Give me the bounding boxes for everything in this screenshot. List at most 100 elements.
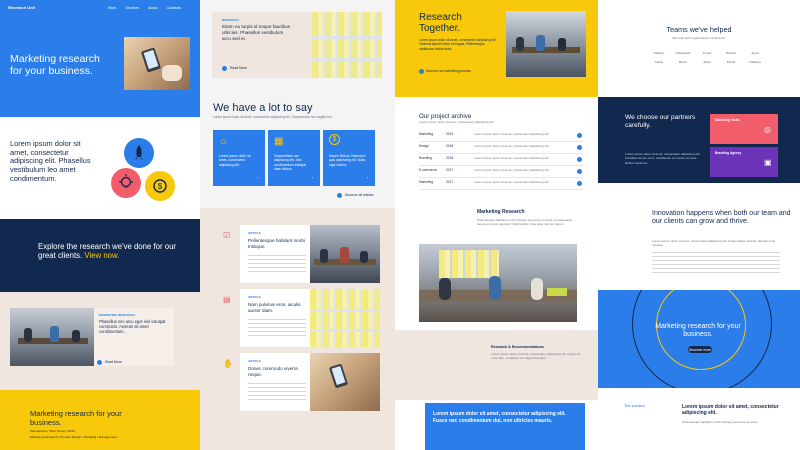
archive-row[interactable]: Design 2018 Lorem ipsum dolor sit amet, … bbox=[419, 142, 583, 154]
circle-cta-section: Marketing research for your business. Di… bbox=[598, 290, 800, 388]
meeting-photo bbox=[419, 244, 577, 322]
read-more-arrow-icon[interactable] bbox=[97, 360, 102, 365]
explore-link[interactable]: View now. bbox=[84, 251, 119, 260]
nav-about[interactable]: About bbox=[148, 6, 157, 10]
archive-row-desc: Lorem ipsum dolor sit amet, consectetur … bbox=[474, 156, 550, 160]
case-title: Phasellus nec arcu eget nisl volutpat co… bbox=[99, 319, 166, 335]
client-logo: Merit bbox=[726, 60, 736, 64]
archive-row-year: 2018 bbox=[446, 156, 454, 160]
archive-row-desc: Lorem ipsum dolor sit amet, consectetur … bbox=[474, 144, 550, 148]
partner-card-marketing-label: Marketing Goals bbox=[715, 118, 740, 122]
archive-row-desc: Lorem ipsum dolor sit amet, consectetur … bbox=[474, 132, 550, 136]
archive-row-name: Design bbox=[419, 144, 429, 148]
say-card-2[interactable]: ▦ Suspendisse nec adipiscing elit. Sed c… bbox=[268, 130, 320, 186]
archive-row[interactable]: Branding 2018 Lorem ipsum dolor sit amet… bbox=[419, 154, 583, 166]
nav-services[interactable]: Services bbox=[125, 6, 139, 10]
footer-title: Marketing research for your business. bbox=[30, 409, 122, 427]
target-icon: ◎ bbox=[764, 125, 771, 134]
projects-column: Research Together. Lorem ipsum dolor sit… bbox=[395, 0, 598, 450]
partners-section: We choose our partners carefully. Lorem … bbox=[598, 97, 800, 183]
solution-label: The solution bbox=[624, 404, 645, 408]
client-logo: Apex bbox=[751, 51, 759, 55]
together-hero: Research Together. Lorem ipsum dolor sit… bbox=[395, 0, 598, 97]
explore-text: Explore the research we've done for our … bbox=[38, 242, 178, 261]
archive-row-desc: Lorem ipsum dolor sit amet, consectetur … bbox=[474, 168, 550, 172]
explore-section: Explore the research we've done for our … bbox=[0, 219, 200, 292]
partners-text: Lorem ipsum dolor sit amet, consectetur … bbox=[625, 152, 701, 165]
client-logo: Gallery bbox=[653, 51, 665, 55]
research-hero: RESEARCH Etiam eu turpis id neque faucib… bbox=[212, 12, 312, 78]
article-3-title: Donec commodo viverra neque. bbox=[248, 366, 298, 377]
hero-section: Research Unit Work Services About Contac… bbox=[0, 0, 200, 117]
research-read-more[interactable]: Read More bbox=[230, 66, 247, 71]
article-card-3[interactable]: ✋ ARTICLE Donec commodo viverra neque. bbox=[223, 353, 310, 411]
partner-card-branding[interactable]: Branding Agency ▣ bbox=[710, 147, 778, 177]
archive-row-name: Marketing bbox=[419, 132, 433, 136]
archive-row-year: 2017 bbox=[446, 168, 454, 172]
site-logo[interactable]: Research Unit bbox=[8, 5, 35, 11]
features-section: Lorem ipsum dolor sit amet, consectetur … bbox=[0, 117, 200, 219]
archive-table: Marketing 2019 Lorem ipsum dolor sit ame… bbox=[419, 130, 583, 190]
recs-title: Research & Recommendations bbox=[491, 345, 544, 349]
checklist-icon: ☑ bbox=[223, 231, 231, 240]
together-link-icon[interactable] bbox=[419, 69, 424, 74]
say-card-3[interactable]: $ Mauris finibus, bibendum quis adipisci… bbox=[323, 130, 375, 186]
say-card-1-arrow-icon: › bbox=[257, 175, 259, 180]
nav-contacts[interactable]: Contacts bbox=[167, 6, 181, 10]
article-1-excerpt bbox=[248, 255, 306, 275]
research-title: Etiam eu turpis id neque faucibus ultric… bbox=[222, 24, 290, 41]
discover-articles-link[interactable]: Discover all articles bbox=[345, 193, 373, 198]
hero-photo bbox=[124, 37, 190, 90]
archive-row-name: E-commerce bbox=[419, 168, 438, 172]
blog-column: RESEARCH Etiam eu turpis id neque faucib… bbox=[200, 0, 395, 450]
archive-row-year: 2017 bbox=[446, 180, 454, 184]
mr-text: Pellentesque habitant morbi tristique se… bbox=[477, 218, 572, 227]
discover-articles-icon[interactable] bbox=[337, 193, 342, 198]
client-logo: Ornament bbox=[675, 51, 691, 55]
client-logo: Wilder bbox=[725, 51, 737, 55]
yellow-footer: Marketing research for your business. Pl… bbox=[0, 390, 200, 450]
article-2-tag: ARTICLE bbox=[248, 295, 261, 299]
innovation-title: Innovation happens when both our team an… bbox=[652, 210, 791, 226]
say-card-2-text: Suspendisse nec adipiscing elit. Sed con… bbox=[274, 154, 307, 171]
rocket-icon bbox=[124, 138, 154, 168]
archive-row[interactable]: E-commerce 2017 Lorem ipsum dolor sit am… bbox=[419, 166, 583, 178]
together-title: Research Together. bbox=[419, 12, 462, 35]
bulb-icon bbox=[111, 168, 141, 198]
top-nav: Work Services About Contacts bbox=[108, 6, 181, 10]
archive-row-year: 2019 bbox=[446, 132, 454, 136]
chart-icon: ▤ bbox=[223, 295, 231, 304]
archive-row[interactable]: Marketing 2019 Lorem ipsum dolor sit ame… bbox=[419, 130, 583, 142]
grid-icon: ▦ bbox=[274, 136, 284, 147]
archive-row-arrow-icon[interactable] bbox=[577, 169, 582, 174]
research-read-more-icon[interactable] bbox=[222, 66, 227, 71]
case-read-more[interactable]: Read More bbox=[105, 360, 122, 365]
lightbulb-icon: ☼ bbox=[219, 136, 229, 147]
say-title: We have a lot to say bbox=[213, 102, 313, 114]
recs-text: Lorem ipsum dolor sit amet, consectetur … bbox=[491, 352, 581, 361]
client-logo: Vesta bbox=[654, 60, 664, 64]
archive-row-arrow-icon[interactable] bbox=[577, 145, 582, 150]
nav-work[interactable]: Work bbox=[108, 6, 116, 10]
ui-kit-overview: Research Unit Work Services About Contac… bbox=[0, 0, 800, 450]
together-link[interactable]: Discover our marketing process bbox=[426, 69, 471, 74]
landing-column-1: Research Unit Work Services About Contac… bbox=[0, 0, 200, 450]
solution-text: Pellentesque habitant morbi tristique se… bbox=[682, 420, 759, 424]
client-logo: Atlas bbox=[703, 60, 711, 64]
archive-row-arrow-icon[interactable] bbox=[577, 157, 582, 162]
partner-card-marketing[interactable]: Marketing Goals ◎ bbox=[710, 114, 778, 144]
hero-title: Marketing research for your business. bbox=[10, 53, 100, 78]
article-3-tag: ARTICLE bbox=[248, 359, 261, 363]
archive-row-arrow-icon[interactable] bbox=[577, 133, 582, 138]
say-subtitle: Lorem ipsum dolor sit amet, consectetur … bbox=[213, 115, 333, 119]
say-card-3-text: Mauris finibus, bibendum quis adipiscing… bbox=[329, 154, 366, 167]
archive-row[interactable]: Marketing 2017 Lorem ipsum dolor sit ame… bbox=[419, 178, 583, 190]
say-card-1[interactable]: ☼ Lorem ipsum dolor sit amet, consectetu… bbox=[213, 130, 265, 186]
article-card-2[interactable]: ▤ ARTICLE Nam pulvinar eros, iaculis auc… bbox=[223, 289, 310, 347]
archive-row-arrow-icon[interactable] bbox=[577, 181, 582, 186]
article-card-1[interactable]: ☑ ARTICLE Pellentesque habitant morbi tr… bbox=[223, 225, 310, 283]
say-card-1-text: Lorem ipsum dolor sit amet, consectetur … bbox=[219, 154, 251, 167]
discover-more-button[interactable]: Discover more bbox=[688, 346, 712, 353]
teams-subtitle: We work with organizations of all sizes. bbox=[672, 36, 726, 40]
case-study-section: MARKETING RESEARCH Phasellus nec arcu eg… bbox=[0, 292, 200, 390]
